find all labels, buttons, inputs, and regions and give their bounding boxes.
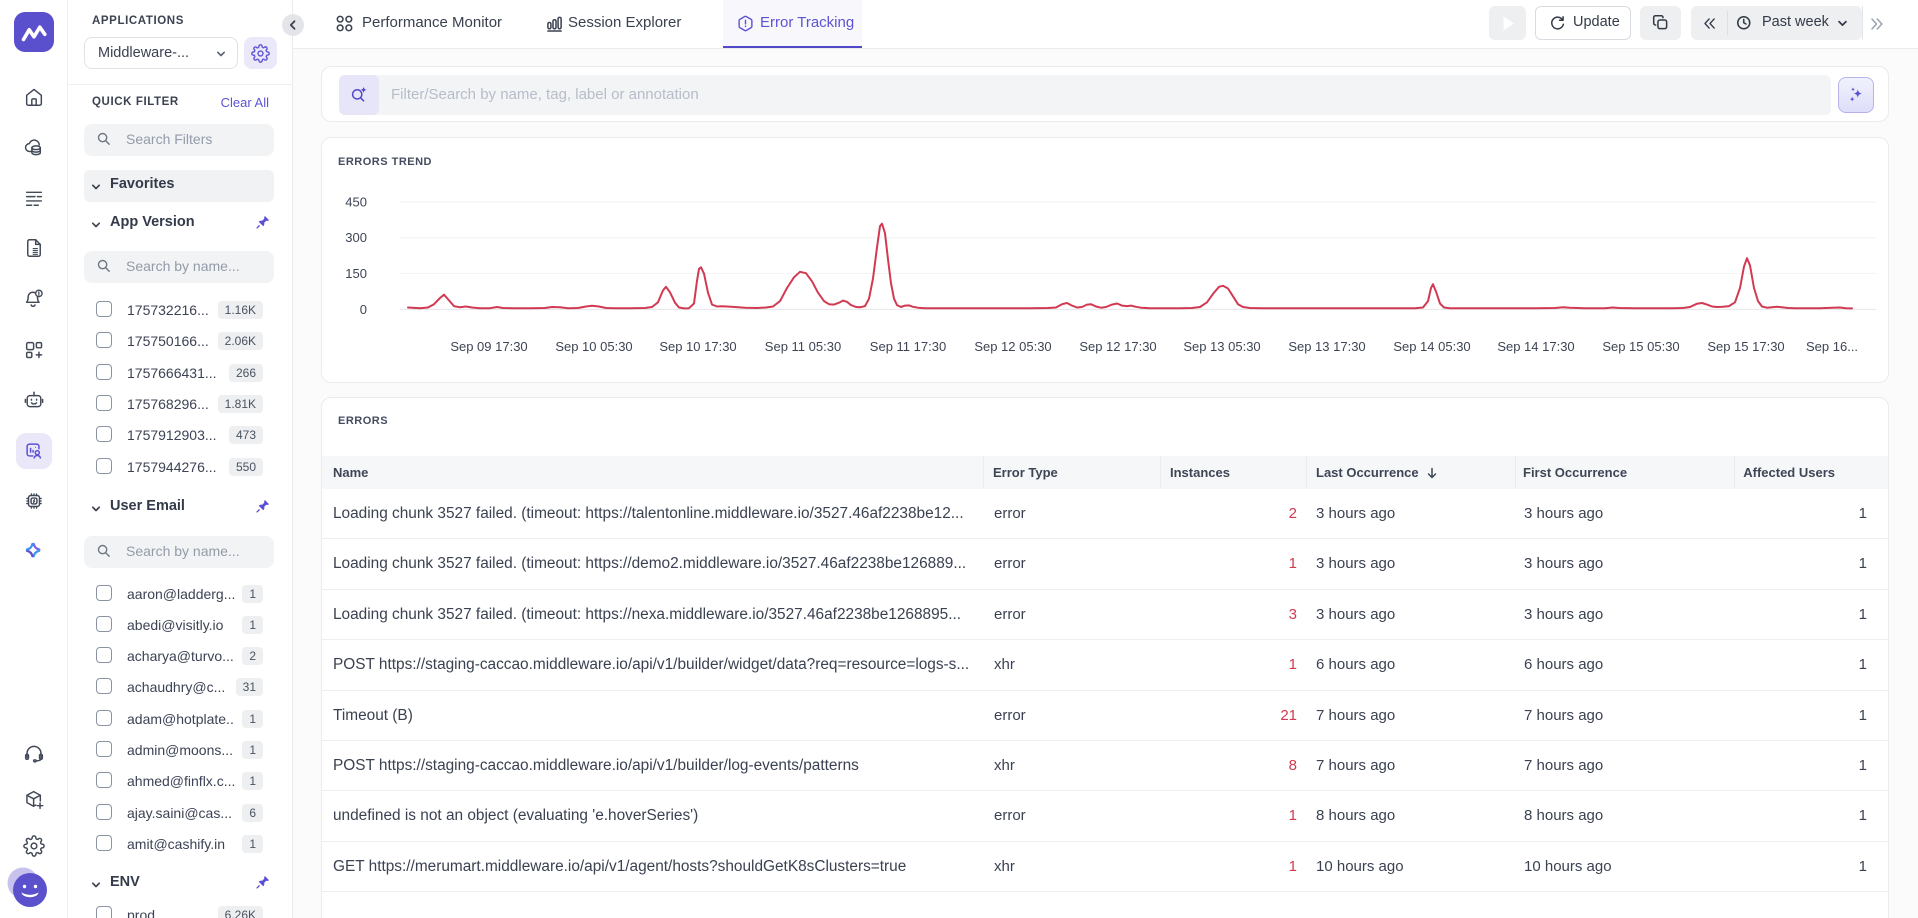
svg-text:Sep 15 17:30: Sep 15 17:30 <box>1707 339 1784 354</box>
svg-text:150: 150 <box>345 266 367 281</box>
svg-text:Sep 10 05:30: Sep 10 05:30 <box>555 339 632 354</box>
svg-text:Sep 13 05:30: Sep 13 05:30 <box>1183 339 1260 354</box>
svg-text:Sep 15 05:30: Sep 15 05:30 <box>1602 339 1679 354</box>
svg-text:Sep 10 17:30: Sep 10 17:30 <box>659 339 736 354</box>
svg-text:Sep 14 17:30: Sep 14 17:30 <box>1497 339 1574 354</box>
svg-text:Sep 12 05:30: Sep 12 05:30 <box>974 339 1051 354</box>
svg-text:Sep 09 17:30: Sep 09 17:30 <box>450 339 527 354</box>
svg-text:Sep 11 05:30: Sep 11 05:30 <box>765 339 841 354</box>
svg-text:Sep 16...: Sep 16... <box>1806 339 1858 354</box>
svg-text:Sep 11 17:30: Sep 11 17:30 <box>870 339 946 354</box>
svg-text:Sep 14 05:30: Sep 14 05:30 <box>1393 339 1470 354</box>
svg-text:450: 450 <box>345 195 367 210</box>
svg-text:Sep 12 17:30: Sep 12 17:30 <box>1079 339 1156 354</box>
svg-text:0: 0 <box>360 302 367 317</box>
svg-text:Sep 13 17:30: Sep 13 17:30 <box>1288 339 1365 354</box>
svg-text:300: 300 <box>345 230 367 245</box>
